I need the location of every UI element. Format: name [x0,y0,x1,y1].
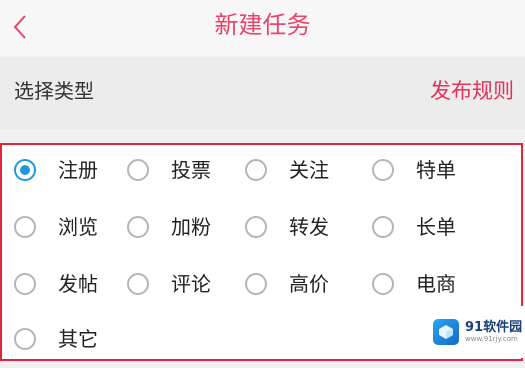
option-browse[interactable]: 浏览 [14,209,98,245]
option-label: 发帖 [58,272,98,296]
option-label: 高价 [289,272,329,296]
option-high-price[interactable]: 高价 [245,266,329,302]
watermark-name: 91软件园 [465,320,523,335]
watermark-logo-icon [433,319,459,345]
option-special[interactable]: 特单 [372,152,456,188]
radio-button[interactable] [14,273,36,295]
radio-button[interactable] [372,159,394,181]
radio-button[interactable] [127,159,149,181]
option-post[interactable]: 发帖 [14,266,98,302]
option-label: 其它 [58,327,98,351]
radio-button[interactable] [127,216,149,238]
option-label: 长单 [416,215,456,239]
page-title: 新建任务 [214,11,311,39]
option-ecommerce[interactable]: 电商 [372,266,456,302]
top-bar: 新建任务 [0,0,525,56]
option-label: 加粉 [171,215,211,239]
radio-button[interactable] [245,273,267,295]
option-repost[interactable]: 转发 [245,209,329,245]
select-type-label: 选择类型 [14,79,94,103]
option-register[interactable]: 注册 [14,152,98,188]
radio-button[interactable] [14,216,36,238]
option-label: 转发 [289,215,329,239]
radio-button[interactable] [245,216,267,238]
watermark-url: www.91rjy.com [465,335,518,343]
radio-button[interactable] [14,159,36,181]
radio-button[interactable] [245,159,267,181]
publish-rules-link[interactable]: 发布规则 [430,77,514,105]
radio-button[interactable] [372,216,394,238]
watermark: 91软件园 www.91rjy.com [423,306,525,358]
radio-button[interactable] [14,328,36,350]
radio-button[interactable] [127,273,149,295]
option-label: 关注 [289,158,329,182]
option-label: 特单 [416,158,456,182]
radio-button[interactable] [372,273,394,295]
option-label: 评论 [171,272,211,296]
option-long-order[interactable]: 长单 [372,209,456,245]
option-other[interactable]: 其它 [14,321,98,357]
option-label: 电商 [416,272,456,296]
option-label: 浏览 [58,215,98,239]
option-label: 注册 [58,158,98,182]
option-comment[interactable]: 评论 [127,266,211,302]
option-label: 投票 [171,158,211,182]
option-vote[interactable]: 投票 [127,152,211,188]
type-selector-bar: 选择类型 发布规则 [0,57,525,129]
option-follow[interactable]: 关注 [245,152,329,188]
option-add-fans[interactable]: 加粉 [127,209,211,245]
